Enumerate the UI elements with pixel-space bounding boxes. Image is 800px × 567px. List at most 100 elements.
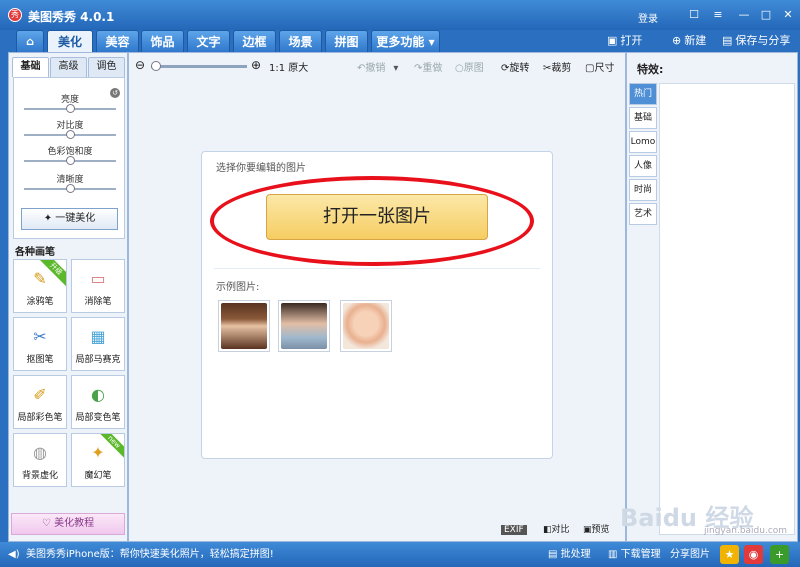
save-icon: ▤ xyxy=(722,34,733,47)
pen-label: 抠图笔 xyxy=(26,355,54,365)
contrast-slider[interactable] xyxy=(24,130,116,139)
share-image-button[interactable]: 分享图片 xyxy=(670,542,710,567)
tutorial-label: 美化教程 xyxy=(54,518,95,529)
pen-label: 局部马赛克 xyxy=(75,355,121,365)
subtab-basic[interactable]: 基础 xyxy=(12,57,49,77)
tutorial-button[interactable]: ♡ 美化教程 xyxy=(11,513,125,535)
menu-icon[interactable]: ≡ xyxy=(710,8,726,22)
canvas-area: ⊖ ⊕ 1:1 原大 ↶撤销 ▾ ↷重做 ○原图 ⟳旋转 ✂裁剪 ▢尺寸 选择你要… xyxy=(128,52,626,542)
example-thumb[interactable] xyxy=(278,300,330,352)
sharpness-slider[interactable] xyxy=(24,184,116,193)
tab-more[interactable]: 更多功能 ▾ xyxy=(371,30,440,52)
divider xyxy=(214,268,540,269)
save-share-button[interactable]: ▤ 保存与分享 xyxy=(722,32,790,50)
minimize-icon[interactable]: — xyxy=(736,8,752,22)
effect-cat-basic[interactable]: 基础 xyxy=(629,107,657,129)
message-icon[interactable]: ☐ xyxy=(686,8,702,22)
effects-title: 特效: xyxy=(637,63,664,76)
pen-bg-blur[interactable]: ◍ 背景虚化 xyxy=(13,433,67,487)
slider-knob[interactable] xyxy=(66,130,75,139)
effect-cat-fashion[interactable]: 时尚 xyxy=(629,179,657,201)
download-label: 下载管理 xyxy=(620,549,661,560)
eraser-icon: ▭ xyxy=(90,269,106,288)
tab-beautify[interactable]: 美化 xyxy=(47,30,93,52)
close-icon[interactable]: ✕ xyxy=(780,8,796,22)
crop-button[interactable]: ✂裁剪 xyxy=(543,59,571,74)
brightness-slider[interactable] xyxy=(24,104,116,113)
pen-magic[interactable]: ✦ 魔幻笔 new xyxy=(71,433,125,487)
zoom-out-icon[interactable]: ⊖ xyxy=(135,58,145,72)
add-icon[interactable]: + xyxy=(770,545,789,564)
undo-label: 撤销 xyxy=(365,63,386,74)
slider-knob[interactable] xyxy=(66,184,75,193)
pen-label: 涂鸦笔 xyxy=(26,297,54,307)
batch-icon: ▤ xyxy=(548,549,561,560)
new-label: 新建 xyxy=(684,34,707,47)
main-tabbar: ⌂ 美化 美容 饰品 文字 边框 场景 拼图 更多功能 ▾ ▣ 打开 ⊕ 新建 ▤ 保… xyxy=(0,30,800,52)
zoom-slider[interactable] xyxy=(151,61,247,71)
pen-local-color[interactable]: ✐ 局部彩色笔 xyxy=(13,375,67,429)
slider-knob[interactable] xyxy=(66,156,75,165)
preview-label: 预览 xyxy=(591,525,610,535)
pen-mosaic[interactable]: ▦ 局部马赛克 xyxy=(71,317,125,371)
login-link[interactable]: 登录 xyxy=(638,10,658,25)
pen-doodle[interactable]: ✎ 涂鸦笔 升级 xyxy=(13,259,67,313)
new-button[interactable]: ⊕ 新建 xyxy=(672,32,706,50)
pen-cutout[interactable]: ✂ 抠图笔 xyxy=(13,317,67,371)
tab-scene[interactable]: 场景 xyxy=(279,30,322,52)
pen-eraser[interactable]: ▭ 消除笔 xyxy=(71,259,125,313)
speaker-icon: ◀) xyxy=(8,549,20,560)
download-manager-button[interactable]: ▥ 下载管理 xyxy=(608,542,661,567)
resize-button[interactable]: ▢尺寸 xyxy=(585,59,614,74)
effect-cat-portrait[interactable]: 人像 xyxy=(629,155,657,177)
example-thumb[interactable] xyxy=(340,300,392,352)
show-original-button[interactable]: ○原图 xyxy=(455,59,484,74)
blur-icon: ◍ xyxy=(33,443,47,462)
zoom-in-icon[interactable]: ⊕ xyxy=(251,58,261,72)
example-thumb[interactable] xyxy=(218,300,270,352)
tab-beauty[interactable]: 美容 xyxy=(96,30,139,52)
tab-accessories[interactable]: 饰品 xyxy=(141,30,184,52)
saturation-slider[interactable] xyxy=(24,156,116,165)
subtab-color[interactable]: 调色 xyxy=(88,57,125,77)
slider-knob[interactable] xyxy=(66,104,75,113)
open-button[interactable]: ▣ 打开 xyxy=(607,32,642,50)
effect-cat-art[interactable]: 艺术 xyxy=(629,203,657,225)
save-label: 保存与分享 xyxy=(735,34,791,47)
tab-collage[interactable]: 拼图 xyxy=(325,30,368,52)
resize-label: 尺寸 xyxy=(594,63,615,74)
star-icon[interactable]: ★ xyxy=(720,545,739,564)
redo-button[interactable]: ↷重做 xyxy=(414,59,442,74)
watermark-sub: jingyan.baidu.com xyxy=(704,526,788,536)
undo-dropdown-icon[interactable]: ▾ xyxy=(393,63,398,74)
tab-text[interactable]: 文字 xyxy=(187,30,230,52)
subtab-advanced[interactable]: 高级 xyxy=(50,57,87,77)
pen-recolor[interactable]: ◐ 局部变色笔 xyxy=(71,375,125,429)
status-info[interactable]: 美图秀秀iPhone版：帮你快速美化照片，轻松搞定拼图! xyxy=(26,542,274,567)
redo-label: 重做 xyxy=(422,63,443,74)
batch-button[interactable]: ▤ 批处理 xyxy=(548,542,591,567)
original-size-button[interactable]: 1:1 原大 xyxy=(269,59,308,74)
rotate-button[interactable]: ⟳旋转 xyxy=(501,59,529,74)
maximize-icon[interactable]: □ xyxy=(758,8,774,22)
canvas-toolbar: ⊖ ⊕ 1:1 原大 ↶撤销 ▾ ↷重做 ○原图 ⟳旋转 ✂裁剪 ▢尺寸 xyxy=(129,53,625,79)
zoom-knob[interactable] xyxy=(151,61,161,71)
preview-button[interactable]: ▣预览 xyxy=(583,522,610,535)
effect-cat-hot[interactable]: 热门 xyxy=(629,83,657,105)
compare-button[interactable]: ◧对比 xyxy=(543,522,570,535)
effect-cat-lomo[interactable]: Lomo xyxy=(629,131,657,153)
exif-button[interactable]: EXIF xyxy=(501,525,527,535)
weibo-icon[interactable]: ◉ xyxy=(744,545,763,564)
adjust-subtabs: 基础 高级 调色 xyxy=(9,55,127,77)
preview-icon: ▣ xyxy=(583,525,592,535)
download-icon: ▥ xyxy=(608,549,621,560)
one-key-beautify-button[interactable]: ✦ 一键美化 xyxy=(21,208,118,230)
rotate-label: 旋转 xyxy=(509,63,530,74)
undo-button[interactable]: ↶撤销 ▾ xyxy=(357,59,398,74)
pen-label: 局部彩色笔 xyxy=(17,413,63,423)
title-bar: 秀 美图秀秀 4.0.1 登录 ☐ ≡ — □ ✕ xyxy=(0,0,800,30)
tutorial-icon: ♡ xyxy=(41,518,55,529)
tab-home[interactable]: ⌂ xyxy=(16,30,44,52)
tab-frame[interactable]: 边框 xyxy=(233,30,276,52)
compare-label: 对比 xyxy=(551,525,570,535)
